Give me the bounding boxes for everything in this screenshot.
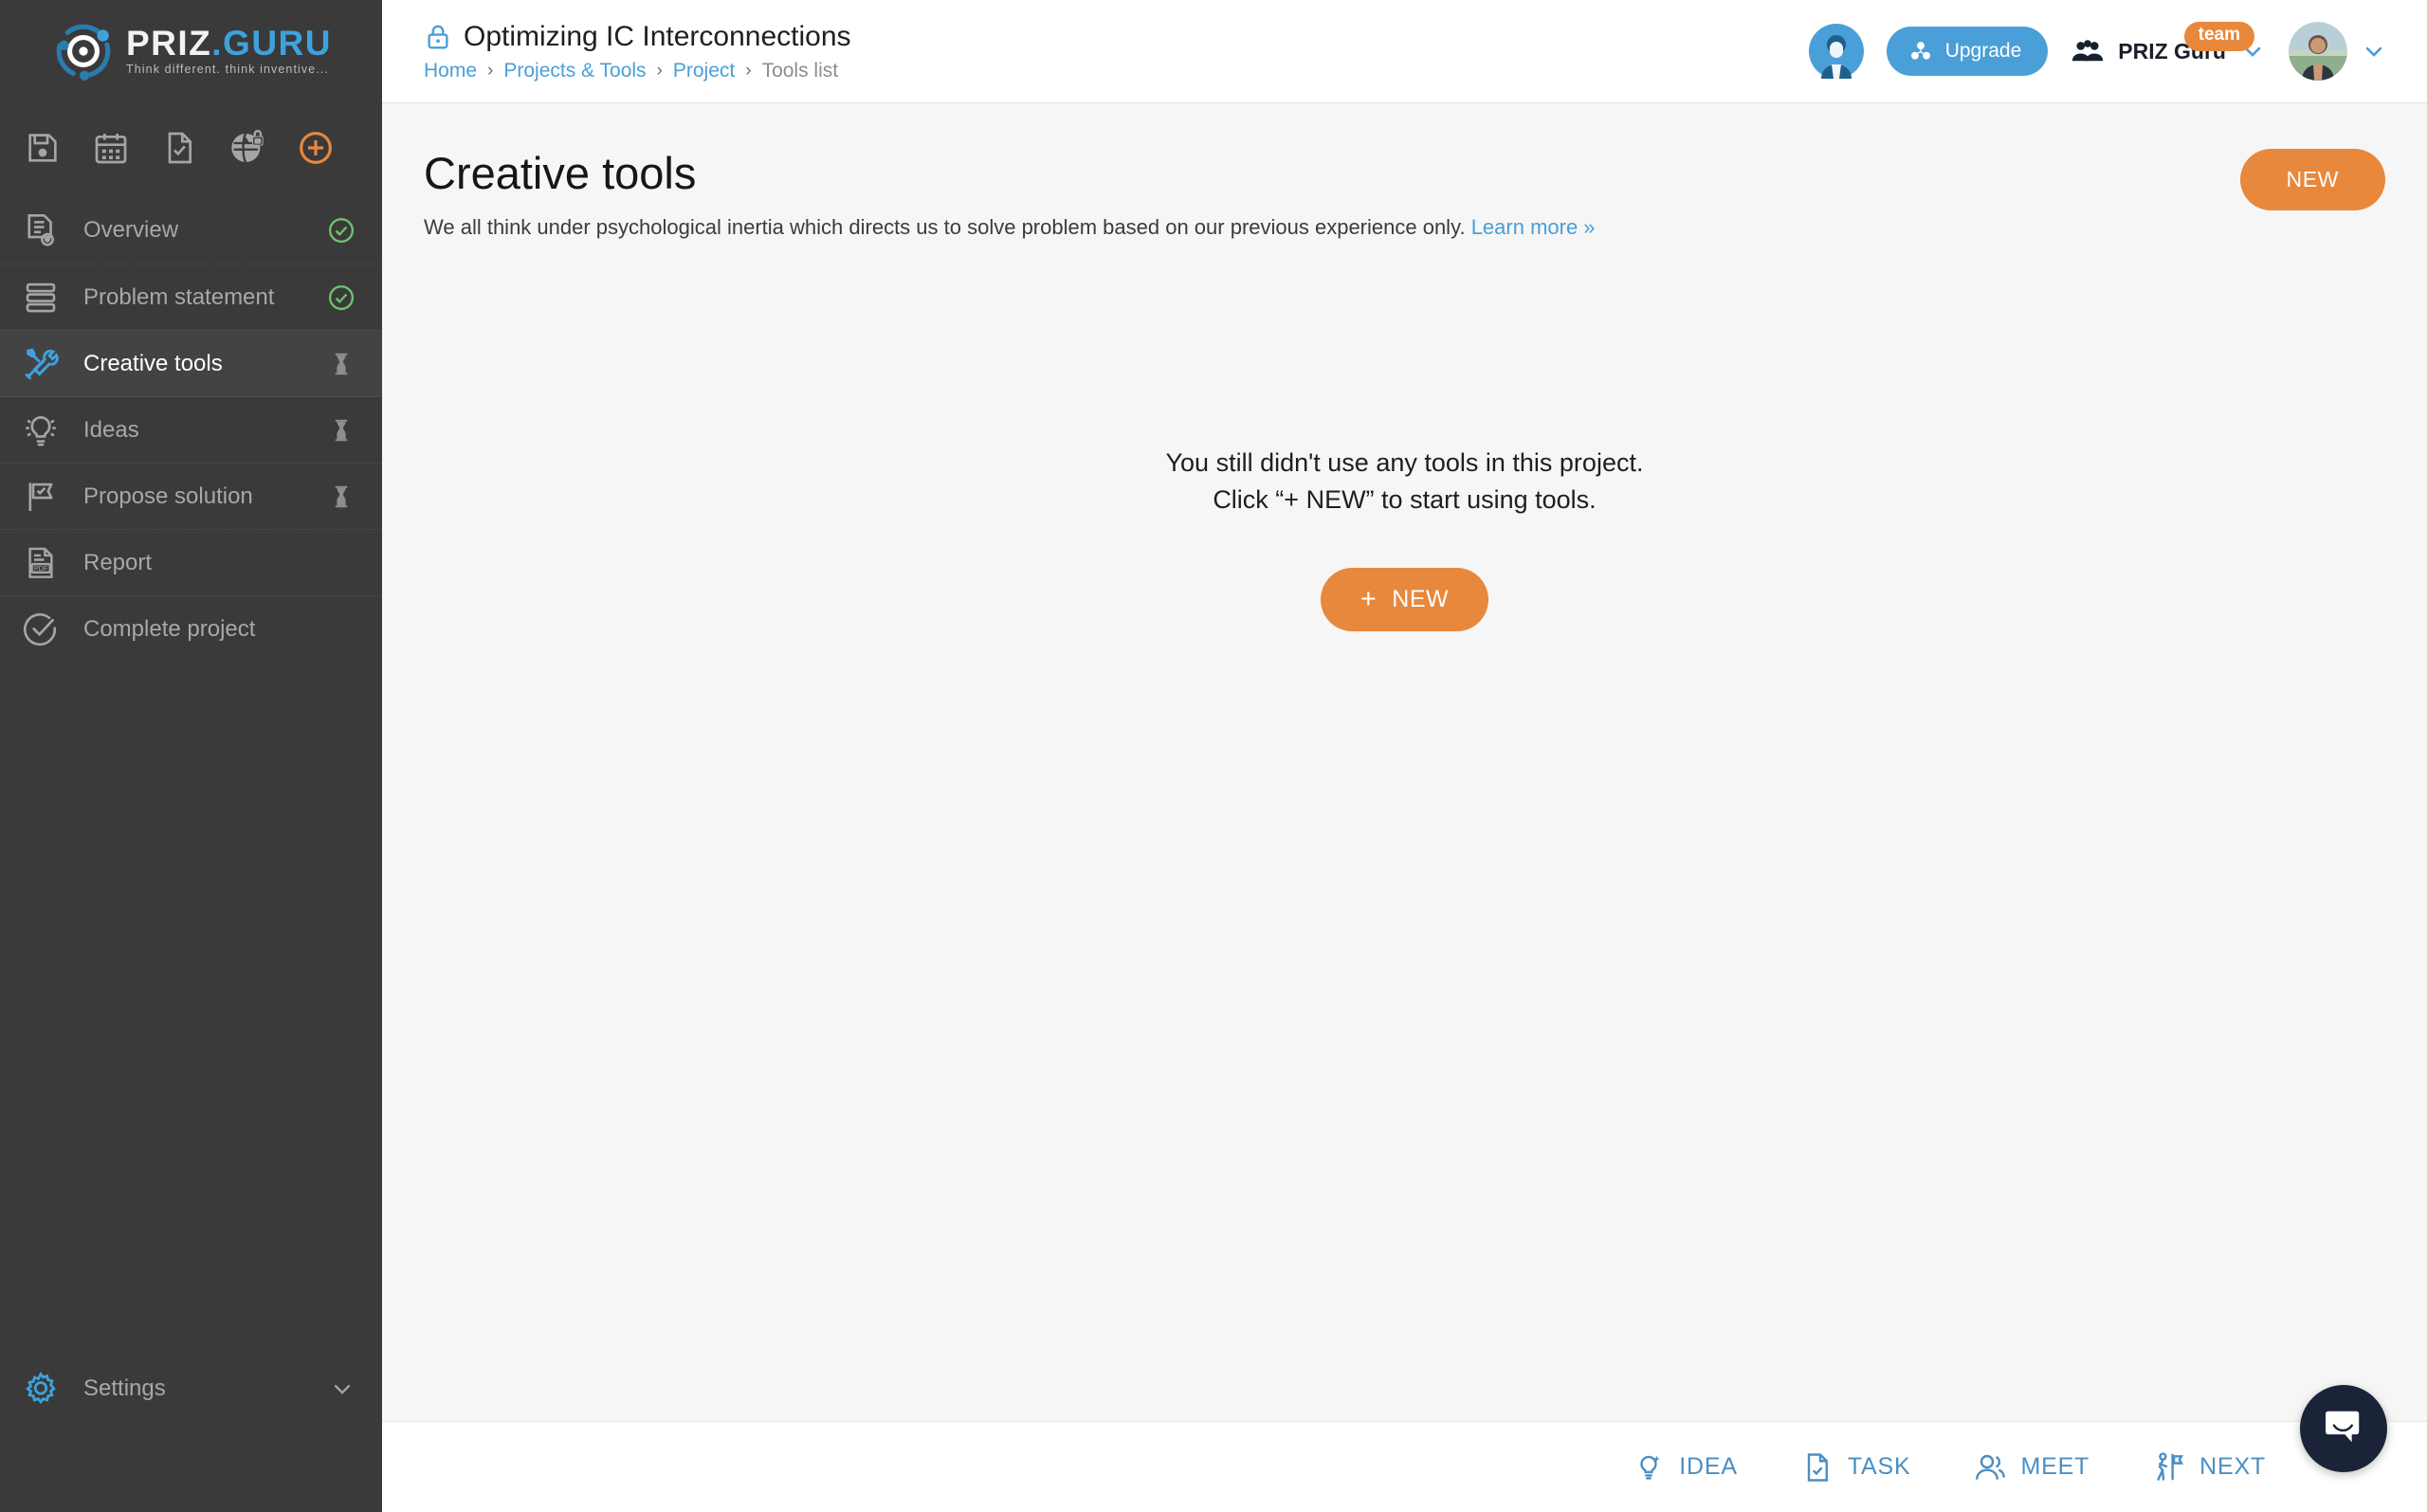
sidebar-item-label: Creative tools <box>83 350 223 376</box>
status-none <box>327 615 356 644</box>
sidebar-item-label: Report <box>83 549 153 575</box>
breadcrumb: Home › Projects & Tools › Project › Tool… <box>424 60 851 82</box>
footer-toolbar: IDEA TASK MEET NEXT <box>382 1421 2427 1512</box>
settings-label: Settings <box>83 1375 166 1401</box>
pdf-report-icon: PDF <box>21 543 61 583</box>
top-bar: Optimizing IC Interconnections Home › Pr… <box>382 0 2427 103</box>
save-icon[interactable] <box>24 129 62 167</box>
idea-bulb-icon <box>1632 1450 1666 1485</box>
sidebar-item-ideas[interactable]: Ideas <box>0 396 382 463</box>
page-title: Optimizing IC Interconnections <box>464 20 851 52</box>
sidebar-item-label: Problem statement <box>83 283 275 310</box>
lock-icon <box>424 23 452 51</box>
chat-launcher[interactable] <box>2300 1385 2387 1472</box>
footer-action-idea[interactable]: IDEA <box>1632 1450 1738 1485</box>
empty-state-line-2: Click “+ NEW” to start using tools. <box>1213 485 1597 515</box>
gear-icon <box>21 1369 61 1409</box>
upgrade-blocks-icon <box>1907 38 1934 64</box>
breadcrumb-item-home[interactable]: Home <box>424 60 477 82</box>
globe-lock-icon[interactable] <box>228 129 266 167</box>
task-document-icon <box>1800 1450 1834 1485</box>
assistant-avatar[interactable] <box>1808 24 1864 79</box>
avatar[interactable] <box>2289 22 2347 81</box>
team-people-icon <box>2071 37 2105 65</box>
status-pending-icon <box>327 350 356 378</box>
sidebar-item-overview[interactable]: Overview <box>0 197 382 264</box>
team-switcher[interactable]: PRIZ Guru team <box>2071 22 2266 65</box>
sidebar-item-label: Overview <box>83 217 179 243</box>
priz-logo-icon <box>52 20 115 82</box>
next-flag-person-icon <box>2152 1450 2186 1485</box>
chat-bubble-icon <box>2322 1405 2365 1453</box>
sidebar-item-creative-tools[interactable]: Creative tools <box>0 330 382 396</box>
status-done-icon <box>327 216 356 245</box>
status-badge: team <box>2183 22 2254 51</box>
svg-text:PDF: PDF <box>34 565 48 573</box>
footer-action-label: TASK <box>1847 1453 1911 1480</box>
user-menu[interactable] <box>2289 22 2387 81</box>
app-root: PRIZ.GURU Think different. think inventi… <box>0 0 2427 1512</box>
creative-tools-icon <box>21 344 61 384</box>
check-circle-icon <box>21 610 61 649</box>
sidebar-item-problem-statement[interactable]: Problem statement <box>0 264 382 330</box>
topbar-actions: Upgrade PRIZ Guru team <box>1808 22 2393 81</box>
status-pending-icon <box>327 416 356 445</box>
content-subtitle-text: We all think under psychological inertia… <box>424 214 1466 239</box>
add-circle-icon[interactable] <box>297 129 335 167</box>
brand-logo[interactable]: PRIZ.GURU Think different. think inventi… <box>0 0 382 102</box>
add-new-tool-button[interactable]: + NEW <box>1320 568 1489 632</box>
status-none <box>327 549 356 577</box>
breadcrumb-separator: › <box>487 60 494 81</box>
document-check-icon[interactable] <box>160 129 198 167</box>
sidebar-item-label: Ideas <box>83 416 139 443</box>
sidebar-item-propose-solution[interactable]: Propose solution <box>0 463 382 529</box>
breadcrumb-item-tools-list: Tools list <box>761 59 839 82</box>
sidebar-nav: Overview Problem statement Creative tool… <box>0 197 382 662</box>
breadcrumb-item-projects-tools[interactable]: Projects & Tools <box>503 60 646 82</box>
chevron-down-icon[interactable] <box>329 1375 356 1402</box>
plus-icon: + <box>1359 584 1378 615</box>
upgrade-button[interactable]: Upgrade <box>1886 27 2049 76</box>
add-new-tool-label: NEW <box>1392 586 1450 613</box>
calendar-icon[interactable] <box>92 129 130 167</box>
idea-bulb-icon <box>21 410 61 450</box>
content-subtitle: We all think under psychological inertia… <box>424 215 1596 240</box>
footer-action-meet[interactable]: MEET <box>1973 1450 2089 1485</box>
flag-check-icon <box>21 477 61 517</box>
breadcrumb-item-project[interactable]: Project <box>673 60 735 82</box>
main-area: Optimizing IC Interconnections Home › Pr… <box>382 0 2427 1512</box>
brand-name-second: .GURU <box>211 23 333 63</box>
learn-more-link[interactable]: Learn more » <box>1471 215 1596 239</box>
sidebar-quick-actions <box>0 102 382 193</box>
content-header: Creative tools We all think under psycho… <box>424 149 2385 240</box>
sidebar-item-report[interactable]: PDF Report <box>0 529 382 595</box>
brand-tagline: Think different. think inventive... <box>126 62 330 76</box>
meet-people-icon <box>1973 1450 2007 1485</box>
sidebar-item-label: Complete project <box>83 615 256 642</box>
new-button[interactable]: NEW <box>2239 149 2385 210</box>
project-header: Optimizing IC Interconnections Home › Pr… <box>424 21 851 82</box>
status-pending-icon <box>327 483 356 511</box>
brand-name-first: PRIZ <box>126 23 212 63</box>
sidebar-item-label: Propose solution <box>83 483 253 509</box>
sidebar: PRIZ.GURU Think different. think inventi… <box>0 0 382 1512</box>
problem-statement-icon <box>21 278 61 318</box>
footer-action-task[interactable]: TASK <box>1800 1450 1911 1485</box>
empty-state-line-1: You still didn't use any tools in this p… <box>1165 448 1644 477</box>
overview-icon <box>21 210 61 250</box>
empty-state: You still didn't use any tools in this p… <box>382 445 2427 632</box>
breadcrumb-separator: › <box>745 60 752 81</box>
sidebar-item-complete-project[interactable]: Complete project <box>0 595 382 662</box>
breadcrumb-separator: › <box>656 60 663 81</box>
content-area: Creative tools We all think under psycho… <box>382 103 2427 1421</box>
footer-action-label: MEET <box>2020 1453 2090 1480</box>
sidebar-item-settings[interactable]: Settings <box>0 1354 382 1424</box>
footer-action-label: NEXT <box>2199 1453 2266 1480</box>
footer-action-label: IDEA <box>1679 1453 1738 1480</box>
content-title: Creative tools <box>424 148 697 198</box>
status-done-icon <box>327 283 356 312</box>
upgrade-label: Upgrade <box>1944 40 2022 62</box>
footer-action-next[interactable]: NEXT <box>2152 1450 2266 1485</box>
chevron-down-icon[interactable] <box>2361 38 2387 64</box>
